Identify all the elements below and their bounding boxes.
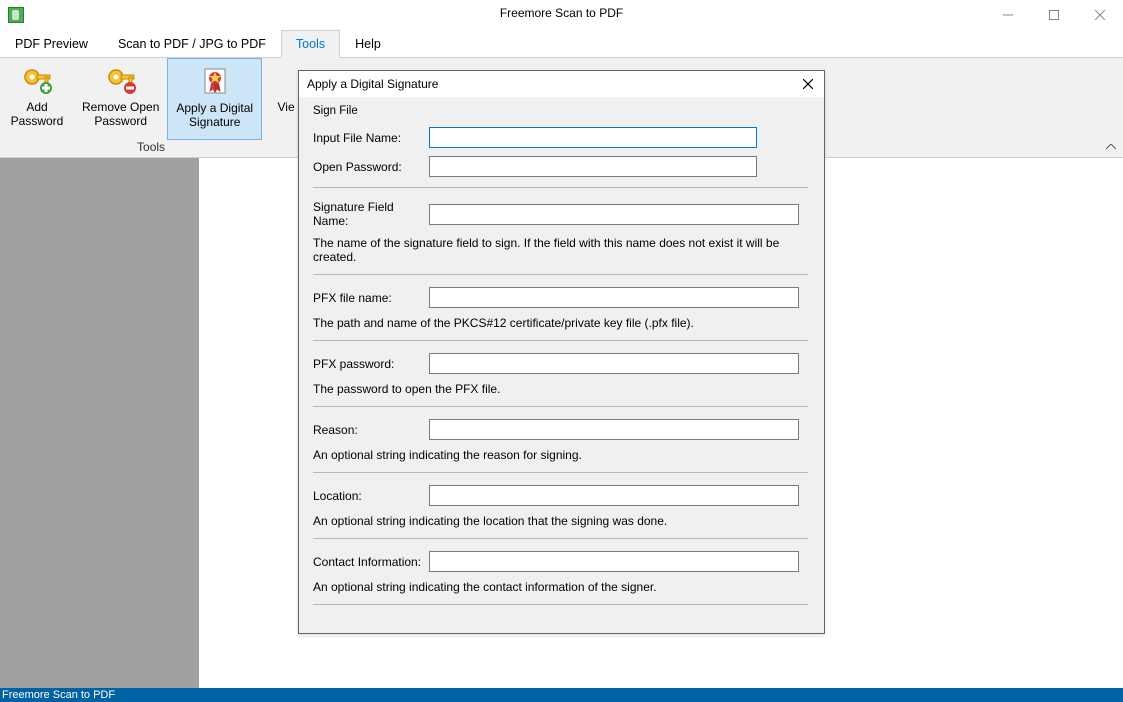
menu-help[interactable]: Help [340, 30, 396, 57]
signature-field-help: The name of the signature field to sign.… [313, 236, 808, 264]
apply-signature-dialog: Apply a Digital Signature Sign File Inpu… [298, 70, 825, 634]
group-title: Sign File [313, 105, 808, 117]
ribbon-group-tools: Add Password Remove Open Password [0, 58, 302, 157]
view-button-partial[interactable]: Vie [262, 58, 302, 140]
signature-field-label: Signature Field Name: [313, 200, 429, 228]
pfx-password-input[interactable] [429, 353, 799, 374]
view-label-partial: Vie [278, 100, 295, 114]
key-remove-icon [105, 64, 137, 96]
add-password-button[interactable]: Add Password [0, 58, 74, 140]
location-input[interactable] [429, 485, 799, 506]
separator [313, 604, 808, 605]
remove-password-label-1: Remove Open [82, 100, 159, 114]
ribbon-group-label: Tools [0, 140, 302, 156]
close-icon [1095, 10, 1105, 20]
input-file-input[interactable] [429, 127, 757, 148]
separator [313, 406, 808, 407]
dialog-titlebar: Apply a Digital Signature [299, 71, 824, 97]
left-panel [0, 158, 199, 688]
dialog-close-button[interactable] [792, 71, 824, 97]
reason-help: An optional string indicating the reason… [313, 448, 808, 462]
certificate-icon [199, 65, 231, 97]
chevron-up-icon [1106, 144, 1116, 150]
close-button[interactable] [1077, 0, 1123, 30]
pfx-file-help: The path and name of the PKCS#12 certifi… [313, 316, 808, 330]
minimize-icon [1003, 10, 1013, 20]
menu-scan-to-pdf[interactable]: Scan to PDF / JPG to PDF [103, 30, 281, 57]
reason-input[interactable] [429, 419, 799, 440]
contact-label: Contact Information: [313, 555, 429, 569]
dialog-title-text: Apply a Digital Signature [307, 77, 438, 91]
close-icon [803, 79, 813, 89]
separator [313, 340, 808, 341]
separator [313, 274, 808, 275]
maximize-icon [1049, 10, 1059, 20]
dialog-body: Sign File Input File Name: Open Password… [299, 97, 824, 625]
remove-password-label-2: Password [94, 114, 147, 128]
key-add-icon [21, 64, 53, 96]
statusbar: Freemore Scan to PDF [0, 688, 1123, 702]
input-file-label: Input File Name: [313, 131, 429, 145]
apply-signature-label-1: Apply a Digital [176, 101, 253, 115]
pfx-file-label: PFX file name: [313, 291, 429, 305]
window-controls [985, 0, 1123, 30]
apply-signature-label-2: Signature [189, 115, 240, 129]
open-password-label: Open Password: [313, 160, 429, 174]
app-title: Freemore Scan to PDF [0, 6, 1123, 20]
separator [313, 187, 808, 188]
pfx-password-help: The password to open the PFX file. [313, 382, 808, 396]
minimize-button[interactable] [985, 0, 1031, 30]
menu-pdf-preview[interactable]: PDF Preview [0, 30, 103, 57]
reason-label: Reason: [313, 423, 429, 437]
contact-input[interactable] [429, 551, 799, 572]
location-help: An optional string indicating the locati… [313, 514, 808, 528]
add-password-label-2: Password [11, 114, 64, 128]
titlebar: Freemore Scan to PDF [0, 0, 1123, 30]
menubar: PDF Preview Scan to PDF / JPG to PDF Too… [0, 30, 1123, 58]
pfx-file-input[interactable] [429, 287, 799, 308]
maximize-button[interactable] [1031, 0, 1077, 30]
separator [313, 538, 808, 539]
apply-signature-button[interactable]: Apply a Digital Signature [167, 58, 262, 140]
signature-field-input[interactable] [429, 204, 799, 225]
pfx-password-label: PFX password: [313, 357, 429, 371]
location-label: Location: [313, 489, 429, 503]
ribbon-collapse-button[interactable] [1105, 141, 1117, 153]
separator [313, 472, 808, 473]
menu-tools[interactable]: Tools [281, 30, 340, 58]
remove-password-button[interactable]: Remove Open Password [74, 58, 167, 140]
contact-help: An optional string indicating the contac… [313, 580, 808, 594]
open-password-input[interactable] [429, 156, 757, 177]
add-password-label-1: Add [26, 100, 47, 114]
